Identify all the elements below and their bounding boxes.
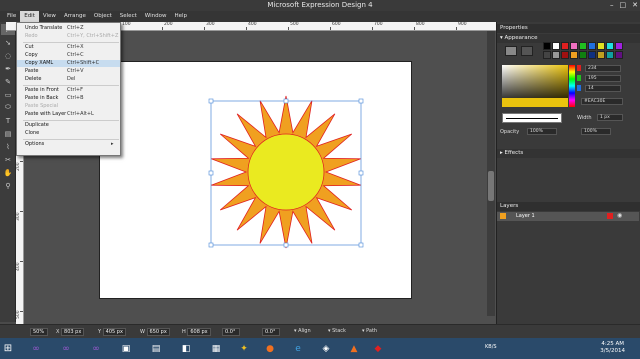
visual-studio-icon[interactable]: ∞ <box>28 341 44 356</box>
stack-button[interactable]: ▾ Stack <box>328 328 346 334</box>
rectangle-tool-icon[interactable]: ▭ <box>1 89 15 100</box>
menu-arrange[interactable]: Arrange <box>60 11 90 22</box>
toolbox: ➚ ➘ ◌ ✒ ✎ ▭ ⬭ T ▤ ⌇ ✂ ✋ ⚲ <box>0 22 16 322</box>
stroke-style-dropdown[interactable] <box>502 113 562 123</box>
media-icon[interactable]: ◧ <box>178 341 194 356</box>
visual-studio-3-icon[interactable]: ∞ <box>88 341 104 356</box>
menu-file[interactable]: File <box>3 11 20 22</box>
text-tool-icon[interactable]: T <box>1 115 15 126</box>
blue-input[interactable]: 14 <box>585 85 621 92</box>
opacity-input[interactable]: 100% <box>527 128 557 135</box>
network-speed: KB/S <box>485 344 497 350</box>
title-bar: Microsoft Expression Design 4 – □ ✕ <box>0 0 640 11</box>
properties-header: Properties <box>497 24 640 33</box>
menu-window[interactable]: Window <box>141 11 171 22</box>
menu-item-paste-in-front[interactable]: Paste in Front Ctrl+F <box>17 87 120 94</box>
unity-icon[interactable]: ✦ <box>236 341 252 356</box>
stroke-swatch[interactable] <box>521 46 533 56</box>
fill-swatch[interactable] <box>505 46 517 56</box>
firefox-icon[interactable]: ● <box>262 341 278 356</box>
rotation-field[interactable]: 0.0° <box>222 328 240 336</box>
taskbar: ⊞ ∞ ∞ ∞ ▣ ▤ ◧ ▦ ✦ ● e ◈ ▲ ◆ KB/S 4:25 AM… <box>0 338 640 359</box>
width-input[interactable]: 1 px <box>597 114 623 121</box>
properties-panel: Properties ▾ Appearance 234 195 14 #EAC3… <box>496 22 640 324</box>
scissors-tool-icon[interactable]: ✂ <box>1 154 15 165</box>
hue-slider[interactable] <box>569 65 575 107</box>
align-button[interactable]: ▾ Align <box>294 328 311 334</box>
ellipse-tool-icon[interactable]: ⬭ <box>1 102 15 113</box>
pan-tool-icon[interactable]: ✋ <box>1 167 15 178</box>
windows-start-icon[interactable]: ⊞ <box>0 341 16 356</box>
explorer-icon[interactable]: ▤ <box>148 341 164 356</box>
vertical-scrollbar[interactable] <box>487 31 495 316</box>
menu-bar: File Edit View Arrange Object Select Win… <box>0 11 640 22</box>
eyedropper-tool-icon[interactable]: ⌇ <box>1 141 15 152</box>
menu-edit[interactable]: Edit <box>20 11 39 22</box>
menu-item-options[interactable]: Options ▸ <box>17 141 120 148</box>
effects-header[interactable]: ▸ Effects <box>497 149 640 158</box>
height-field[interactable]: 608 px <box>187 328 211 336</box>
menu-select[interactable]: Select <box>116 11 141 22</box>
hex-input[interactable]: #EAC30E <box>581 98 623 105</box>
y-field[interactable]: 405 px <box>102 328 126 336</box>
zoom-tool-icon[interactable]: ⚲ <box>1 180 15 191</box>
menu-item-paste[interactable]: Paste Ctrl+V <box>17 68 120 75</box>
menu-item-paste-with-layer[interactable]: Paste with Layer Ctrl+Alt+L <box>17 111 120 118</box>
layer-row[interactable]: Layer 1 ◉ <box>497 212 639 221</box>
maximize-icon[interactable]: □ <box>620 1 627 9</box>
eye-icon[interactable]: ◉ <box>617 212 622 219</box>
skew-field[interactable]: 0.0° <box>262 328 280 336</box>
sun-circle <box>247 133 325 211</box>
vlc-icon[interactable]: ▲ <box>346 341 362 356</box>
sun-drawing[interactable] <box>200 95 375 250</box>
app-icon[interactable]: ▦ <box>208 341 224 356</box>
pen-tool-icon[interactable]: ✒ <box>1 63 15 74</box>
menu-item-cut[interactable]: Cut Ctrl+X <box>17 44 120 51</box>
layer-name: Layer 1 <box>516 213 535 219</box>
current-color-swatch <box>502 98 568 107</box>
ie-icon[interactable]: e <box>290 341 306 356</box>
menu-help[interactable]: Help <box>170 11 191 22</box>
menu-item-clone[interactable]: Clone <box>17 130 120 137</box>
submenu-arrow-icon: ▸ <box>111 141 114 147</box>
menu-item-copy-xaml[interactable]: Copy XAML Ctrl+Shift+C <box>17 60 120 67</box>
menu-item-duplicate[interactable]: Duplicate <box>17 122 120 129</box>
expression-icon[interactable]: ◈ <box>318 341 334 356</box>
visual-studio-2-icon[interactable]: ∞ <box>58 341 74 356</box>
menu-item-copy[interactable]: Copy Ctrl+C <box>17 52 120 59</box>
terminal-icon[interactable]: ▣ <box>118 341 134 356</box>
menu-item-paste-special[interactable]: Paste Special <box>17 103 120 110</box>
menu-item-delete[interactable]: Delete Del <box>17 76 120 83</box>
system-clock[interactable]: 4:25 AM 3/5/2014 <box>600 341 625 355</box>
gradient-tool-icon[interactable]: ▤ <box>1 128 15 139</box>
menu-object[interactable]: Object <box>90 11 116 22</box>
layer-thumbnail <box>500 213 506 219</box>
path-button[interactable]: ▾ Path <box>362 328 377 334</box>
minimize-icon[interactable]: – <box>610 1 614 9</box>
menu-item-undo[interactable]: Undo Translate Ctrl+Z <box>17 25 120 32</box>
green-input[interactable]: 195 <box>585 75 621 82</box>
zoom-field[interactable]: 50% <box>30 328 48 336</box>
width-label: Width <box>577 115 592 121</box>
layer-color-icon[interactable] <box>607 213 613 219</box>
x-field[interactable]: 803 px <box>61 328 85 336</box>
window-title: Microsoft Expression Design 4 <box>267 1 373 9</box>
menu-item-paste-in-back[interactable]: Paste in Back Ctrl+B <box>17 95 120 102</box>
brush-tool-icon[interactable]: ✎ <box>1 76 15 87</box>
scrollbar-thumb[interactable] <box>488 171 494 201</box>
width-field[interactable]: 650 px <box>146 328 170 336</box>
fill-opacity-input[interactable]: 100% <box>581 128 611 135</box>
close-icon[interactable]: ✕ <box>632 1 638 9</box>
direct-select-tool-icon[interactable]: ➘ <box>1 37 15 48</box>
red-input[interactable]: 234 <box>585 65 621 72</box>
status-bar: 50% X 803 px Y 405 px W 650 px H 608 px … <box>0 324 640 338</box>
app-red-icon[interactable]: ◆ <box>370 341 386 356</box>
menu-item-redo[interactable]: Redo Ctrl+Y, Ctrl+Shift+Z <box>17 33 120 40</box>
menu-view[interactable]: View <box>39 11 60 22</box>
edit-menu: Undo Translate Ctrl+Z Redo Ctrl+Y, Ctrl+Sh… <box>16 22 121 156</box>
lasso-tool-icon[interactable]: ◌ <box>1 50 15 61</box>
layers-header: Layers <box>497 202 640 211</box>
opacity-label: Opacity <box>500 129 520 135</box>
